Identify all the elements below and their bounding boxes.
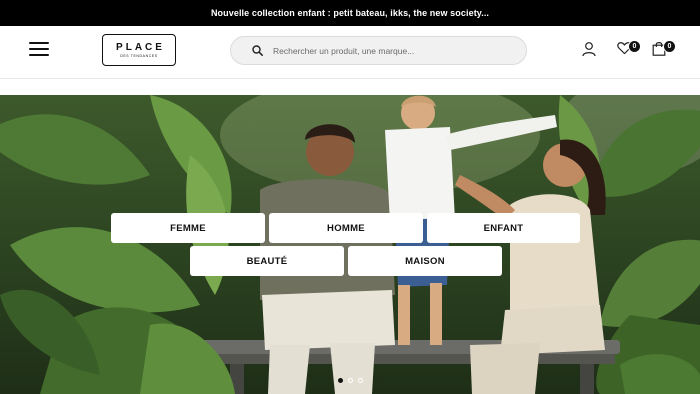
category-maison-label: MAISON bbox=[405, 255, 445, 267]
search-input[interactable] bbox=[273, 45, 503, 56]
search-icon[interactable] bbox=[252, 45, 263, 56]
wishlist-button[interactable]: 0 bbox=[617, 40, 641, 59]
site-logo[interactable]: PLACE DES TENDANCES bbox=[102, 34, 176, 66]
category-maison-button[interactable]: MAISON bbox=[348, 246, 502, 276]
category-femme-button[interactable]: FEMME bbox=[111, 213, 265, 243]
hero-banner[interactable]: FEMME HOMME ENFANT BEAUTÉ MAISON bbox=[0, 95, 700, 394]
promo-banner[interactable]: Nouvelle collection enfant : petit batea… bbox=[0, 0, 700, 26]
menu-icon[interactable] bbox=[29, 41, 49, 57]
category-femme-label: FEMME bbox=[170, 222, 206, 234]
carousel-dots bbox=[338, 378, 363, 383]
category-enfant-button[interactable]: ENFANT bbox=[427, 213, 580, 243]
site-header: PLACE DES TENDANCES 0 0 bbox=[0, 26, 700, 79]
category-enfant-label: ENFANT bbox=[483, 222, 524, 234]
carousel-dot-2[interactable] bbox=[348, 378, 353, 383]
carousel-dot-1[interactable] bbox=[338, 378, 343, 383]
user-icon[interactable] bbox=[581, 41, 599, 59]
logo-subtext: DES TENDANCES bbox=[120, 53, 158, 58]
category-beaute-button[interactable]: BEAUTÉ bbox=[190, 246, 344, 276]
wishlist-count-badge: 0 bbox=[628, 40, 641, 53]
promo-text[interactable]: Nouvelle collection enfant : petit batea… bbox=[211, 8, 489, 18]
category-homme-label: HOMME bbox=[327, 222, 365, 234]
cart-count-badge: 0 bbox=[663, 40, 676, 53]
hero-image bbox=[0, 95, 700, 394]
category-beaute-label: BEAUTÉ bbox=[246, 255, 288, 267]
cart-button[interactable]: 0 bbox=[652, 40, 676, 59]
logo-text: PLACE bbox=[116, 41, 165, 53]
search-bar[interactable] bbox=[230, 36, 527, 65]
category-homme-button[interactable]: HOMME bbox=[269, 213, 423, 243]
carousel-dot-3[interactable] bbox=[358, 378, 363, 383]
